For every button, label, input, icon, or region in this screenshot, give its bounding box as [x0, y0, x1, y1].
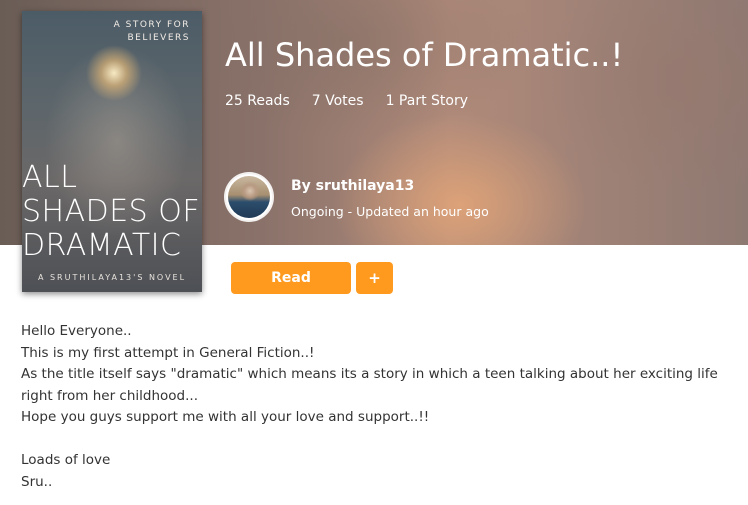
cover-title-line: SHADES OF: [22, 194, 201, 229]
cover-title-line: DRAMATIC: [22, 228, 182, 263]
votes-count: 7 Votes: [311, 93, 364, 109]
parts-count: 1 Part Story: [385, 93, 468, 109]
description-line: Sru..: [21, 473, 53, 490]
read-button[interactable]: Read: [231, 262, 351, 294]
cover-title: ALL SHADES OF DRAMATIC: [22, 161, 202, 263]
story-description: Hello Everyone.. This is my first attemp…: [21, 321, 721, 493]
reads-count: 25 Reads: [225, 93, 290, 109]
description-line: As the title itself says "dramatic" whic…: [21, 366, 718, 382]
cover-author-line: A SRUTHILAYA13'S NOVEL: [37, 273, 187, 282]
cover-tagline: A STORY FOR BELIEVERS: [114, 19, 190, 45]
author-name-link[interactable]: By sruthilaya13: [291, 178, 414, 194]
add-to-list-button[interactable]: +: [356, 262, 393, 294]
cover-tagline-line: A STORY FOR: [113, 20, 190, 30]
author-avatar[interactable]: [226, 174, 272, 220]
story-stats: 25 Reads 7 Votes 1 Part Story: [225, 93, 468, 109]
description-line: Hope you guys support me with all your l…: [21, 409, 430, 425]
story-cover-image[interactable]: A STORY FOR BELIEVERS ALL SHADES OF DRAM…: [22, 11, 202, 292]
story-status: Ongoing - Updated an hour ago: [291, 204, 489, 219]
description-line: Loads of love: [21, 452, 111, 468]
cover-title-line: ALL: [22, 160, 78, 195]
story-title: All Shades of Dramatic..!: [225, 36, 624, 74]
avatar-image: [228, 176, 270, 218]
description-line: This is my first attempt in General Fict…: [21, 344, 315, 361]
description-line: Hello Everyone..: [21, 323, 132, 339]
cover-tagline-line: BELIEVERS: [127, 33, 190, 43]
description-line: right from her childhood...: [21, 387, 198, 404]
